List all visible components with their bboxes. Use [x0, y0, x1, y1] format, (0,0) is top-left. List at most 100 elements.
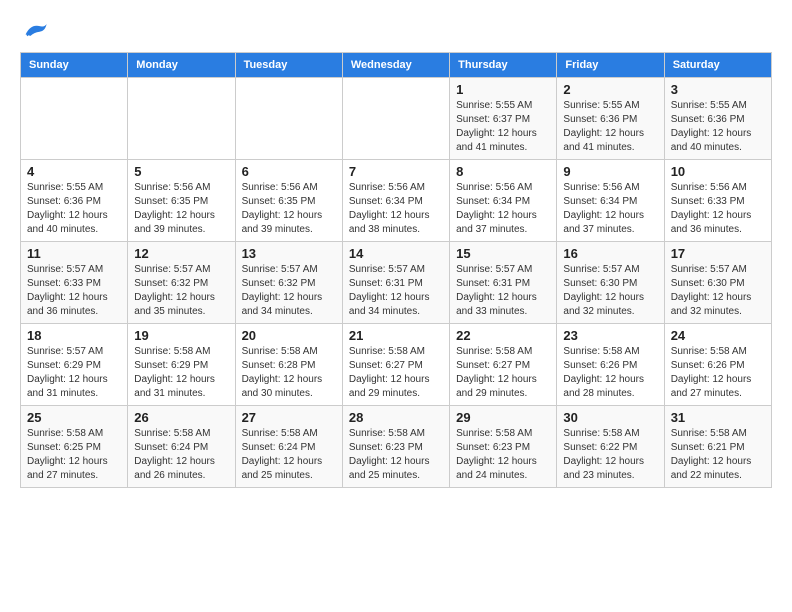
week-row-3: 11 Sunrise: 5:57 AM Sunset: 6:33 PM Dayli…	[21, 242, 772, 324]
day-detail: Sunrise: 5:57 AM Sunset: 6:30 PM Dayligh…	[563, 263, 657, 319]
day-cell: 20 Sunrise: 5:58 AM Sunset: 6:28 PM Dayli…	[235, 324, 342, 406]
day-cell: 13 Sunrise: 5:57 AM Sunset: 6:32 PM Dayli…	[235, 242, 342, 324]
day-header-thursday: Thursday	[450, 53, 557, 78]
day-cell	[342, 78, 449, 160]
day-cell: 5 Sunrise: 5:56 AM Sunset: 6:35 PM Daylig…	[128, 160, 235, 242]
day-detail: Sunrise: 5:58 AM Sunset: 6:24 PM Dayligh…	[134, 427, 228, 483]
logo	[20, 20, 52, 42]
day-cell: 14Sunrise: 5:57 AM Sunset: 6:31 PM Dayli…	[342, 242, 449, 324]
week-row-5: 25 Sunrise: 5:58 AM Sunset: 6:25 PM Dayli…	[21, 406, 772, 488]
day-detail: Sunrise: 5:58 AM Sunset: 6:26 PM Dayligh…	[671, 345, 765, 401]
day-cell: 25 Sunrise: 5:58 AM Sunset: 6:25 PM Dayli…	[21, 406, 128, 488]
header-row: SundayMondayTuesdayWednesdayThursdayFrid…	[21, 53, 772, 78]
day-number: 18	[27, 328, 121, 343]
day-cell: 6Sunrise: 5:56 AM Sunset: 6:35 PM Daylig…	[235, 160, 342, 242]
day-cell: 15 Sunrise: 5:57 AM Sunset: 6:31 PM Dayli…	[450, 242, 557, 324]
day-number: 7	[349, 164, 443, 179]
logo-icon	[20, 20, 48, 42]
day-number: 13	[242, 246, 336, 261]
day-cell: 18 Sunrise: 5:57 AM Sunset: 6:29 PM Dayli…	[21, 324, 128, 406]
day-detail: Sunrise: 5:55 AM Sunset: 6:36 PM Dayligh…	[27, 181, 121, 237]
day-cell	[21, 78, 128, 160]
day-number: 10	[671, 164, 765, 179]
day-cell: 1 Sunrise: 5:55 AM Sunset: 6:37 PM Daylig…	[450, 78, 557, 160]
calendar-table: SundayMondayTuesdayWednesdayThursdayFrid…	[20, 52, 772, 488]
day-cell: 24 Sunrise: 5:58 AM Sunset: 6:26 PM Dayli…	[664, 324, 771, 406]
day-detail: Sunrise: 5:56 AM Sunset: 6:34 PM Dayligh…	[563, 181, 657, 237]
day-number: 25	[27, 410, 121, 425]
day-number: 26	[134, 410, 228, 425]
day-header-friday: Friday	[557, 53, 664, 78]
day-detail: Sunrise: 5:57 AM Sunset: 6:32 PM Dayligh…	[134, 263, 228, 319]
day-detail: Sunrise: 5:58 AM Sunset: 6:25 PM Dayligh…	[27, 427, 121, 483]
day-detail: Sunrise: 5:55 AM Sunset: 6:36 PM Dayligh…	[671, 99, 765, 155]
day-header-sunday: Sunday	[21, 53, 128, 78]
day-detail: Sunrise: 5:58 AM Sunset: 6:23 PM Dayligh…	[456, 427, 550, 483]
day-cell: 2Sunrise: 5:55 AM Sunset: 6:36 PM Daylig…	[557, 78, 664, 160]
day-cell: 3 Sunrise: 5:55 AM Sunset: 6:36 PM Daylig…	[664, 78, 771, 160]
day-detail: Sunrise: 5:56 AM Sunset: 6:34 PM Dayligh…	[456, 181, 550, 237]
day-detail: Sunrise: 5:56 AM Sunset: 6:35 PM Dayligh…	[134, 181, 228, 237]
day-number: 28	[349, 410, 443, 425]
day-cell: 11 Sunrise: 5:57 AM Sunset: 6:33 PM Dayli…	[21, 242, 128, 324]
day-number: 23	[563, 328, 657, 343]
day-detail: Sunrise: 5:57 AM Sunset: 6:30 PM Dayligh…	[671, 263, 765, 319]
calendar-body: 1 Sunrise: 5:55 AM Sunset: 6:37 PM Daylig…	[21, 78, 772, 488]
day-cell: 21Sunrise: 5:58 AM Sunset: 6:27 PM Dayli…	[342, 324, 449, 406]
day-header-tuesday: Tuesday	[235, 53, 342, 78]
day-number: 15	[456, 246, 550, 261]
day-cell: 4 Sunrise: 5:55 AM Sunset: 6:36 PM Daylig…	[21, 160, 128, 242]
day-detail: Sunrise: 5:57 AM Sunset: 6:33 PM Dayligh…	[27, 263, 121, 319]
day-header-saturday: Saturday	[664, 53, 771, 78]
day-number: 1	[456, 82, 550, 97]
day-number: 17	[671, 246, 765, 261]
day-number: 9	[563, 164, 657, 179]
day-cell: 29 Sunrise: 5:58 AM Sunset: 6:23 PM Dayli…	[450, 406, 557, 488]
day-cell: 28 Sunrise: 5:58 AM Sunset: 6:23 PM Dayli…	[342, 406, 449, 488]
day-detail: Sunrise: 5:58 AM Sunset: 6:24 PM Dayligh…	[242, 427, 336, 483]
day-cell: 23 Sunrise: 5:58 AM Sunset: 6:26 PM Dayli…	[557, 324, 664, 406]
day-number: 16	[563, 246, 657, 261]
day-number: 2	[563, 82, 657, 97]
day-detail: Sunrise: 5:58 AM Sunset: 6:26 PM Dayligh…	[563, 345, 657, 401]
day-number: 3	[671, 82, 765, 97]
week-row-4: 18 Sunrise: 5:57 AM Sunset: 6:29 PM Dayli…	[21, 324, 772, 406]
day-number: 31	[671, 410, 765, 425]
day-detail: Sunrise: 5:56 AM Sunset: 6:35 PM Dayligh…	[242, 181, 336, 237]
day-cell	[128, 78, 235, 160]
day-cell	[235, 78, 342, 160]
day-number: 30	[563, 410, 657, 425]
day-cell: 16 Sunrise: 5:57 AM Sunset: 6:30 PM Dayli…	[557, 242, 664, 324]
day-cell: 10 Sunrise: 5:56 AM Sunset: 6:33 PM Dayli…	[664, 160, 771, 242]
day-cell: 12 Sunrise: 5:57 AM Sunset: 6:32 PM Dayli…	[128, 242, 235, 324]
day-number: 4	[27, 164, 121, 179]
day-detail: Sunrise: 5:58 AM Sunset: 6:22 PM Dayligh…	[563, 427, 657, 483]
day-detail: Sunrise: 5:58 AM Sunset: 6:27 PM Dayligh…	[349, 345, 443, 401]
day-detail: Sunrise: 5:57 AM Sunset: 6:31 PM Dayligh…	[456, 263, 550, 319]
day-cell: 31Sunrise: 5:58 AM Sunset: 6:21 PM Dayli…	[664, 406, 771, 488]
day-number: 11	[27, 246, 121, 261]
day-cell: 22Sunrise: 5:58 AM Sunset: 6:27 PM Dayli…	[450, 324, 557, 406]
day-detail: Sunrise: 5:58 AM Sunset: 6:23 PM Dayligh…	[349, 427, 443, 483]
day-detail: Sunrise: 5:56 AM Sunset: 6:34 PM Dayligh…	[349, 181, 443, 237]
day-number: 12	[134, 246, 228, 261]
day-cell: 7 Sunrise: 5:56 AM Sunset: 6:34 PM Daylig…	[342, 160, 449, 242]
day-detail: Sunrise: 5:56 AM Sunset: 6:33 PM Dayligh…	[671, 181, 765, 237]
day-cell: 17 Sunrise: 5:57 AM Sunset: 6:30 PM Dayli…	[664, 242, 771, 324]
day-cell: 26 Sunrise: 5:58 AM Sunset: 6:24 PM Dayli…	[128, 406, 235, 488]
week-row-1: 1 Sunrise: 5:55 AM Sunset: 6:37 PM Daylig…	[21, 78, 772, 160]
day-number: 22	[456, 328, 550, 343]
day-cell: 19Sunrise: 5:58 AM Sunset: 6:29 PM Dayli…	[128, 324, 235, 406]
day-detail: Sunrise: 5:58 AM Sunset: 6:28 PM Dayligh…	[242, 345, 336, 401]
day-number: 29	[456, 410, 550, 425]
day-cell: 30 Sunrise: 5:58 AM Sunset: 6:22 PM Dayli…	[557, 406, 664, 488]
day-detail: Sunrise: 5:57 AM Sunset: 6:32 PM Dayligh…	[242, 263, 336, 319]
day-number: 5	[134, 164, 228, 179]
day-number: 24	[671, 328, 765, 343]
day-number: 20	[242, 328, 336, 343]
day-cell: 9 Sunrise: 5:56 AM Sunset: 6:34 PM Daylig…	[557, 160, 664, 242]
day-header-wednesday: Wednesday	[342, 53, 449, 78]
day-detail: Sunrise: 5:57 AM Sunset: 6:29 PM Dayligh…	[27, 345, 121, 401]
day-number: 14	[349, 246, 443, 261]
day-detail: Sunrise: 5:55 AM Sunset: 6:37 PM Dayligh…	[456, 99, 550, 155]
